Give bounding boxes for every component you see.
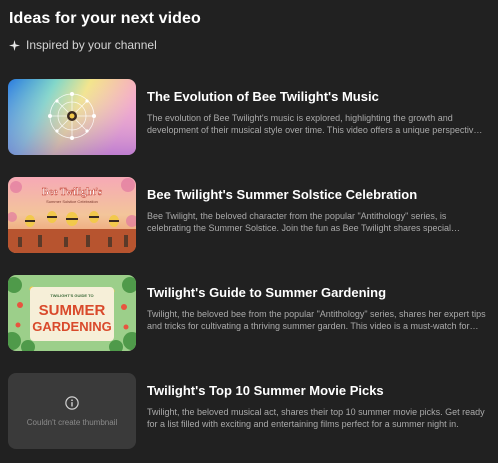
idea-card[interactable]: Bee Twilight's Summer Solstice Celebrati… [8, 177, 490, 255]
inspired-by-row: Inspired by your channel [9, 38, 157, 52]
thumb-kicker: TWILIGHT'S GUIDE TO [50, 293, 93, 298]
idea-title[interactable]: Twilight's Guide to Summer Gardening [147, 285, 386, 300]
placeholder-text: Couldn't create thumbnail [26, 417, 118, 427]
idea-description: The evolution of Bee Twilight's music is… [147, 113, 479, 135]
thumbnail-placeholder[interactable]: Couldn't create thumbnail [8, 373, 136, 449]
ideas-panel: Ideas for your next video Inspired by yo… [0, 0, 498, 463]
idea-title[interactable]: Bee Twilight's Summer Solstice Celebrati… [147, 187, 417, 202]
idea-description: Twilight, the beloved musical act, share… [147, 407, 485, 429]
thumb-title: Bee Twilight's [42, 187, 102, 198]
thumb-line-1: SUMMER [39, 302, 106, 319]
idea-thumbnail[interactable] [8, 79, 136, 155]
idea-title[interactable]: The Evolution of Bee Twilight's Music [147, 89, 379, 104]
subtitle-text: Inspired by your channel [26, 38, 157, 52]
idea-description: Bee Twilight, the beloved character from… [147, 211, 451, 233]
idea-title[interactable]: Twilight's Top 10 Summer Movie Picks [147, 383, 384, 398]
info-icon [65, 395, 79, 410]
thumb-line-2: GARDENING [32, 319, 111, 334]
idea-description: Twilight, the beloved bee from the popul… [147, 309, 486, 331]
sparkle-icon [9, 39, 20, 51]
idea-thumbnail[interactable]: TWILIGHT'S GUIDE TO SUMMER GARDENING [8, 275, 136, 351]
idea-card[interactable]: The Evolution of Bee Twilight's Music Th… [8, 79, 490, 157]
idea-card[interactable]: TWILIGHT'S GUIDE TO SUMMER GARDENING Twi… [8, 275, 490, 353]
thumb-subtitle: Summer Solstice Celebration [46, 199, 98, 204]
panel-title: Ideas for your next video [9, 10, 201, 27]
idea-thumbnail[interactable]: Bee Twilight's Summer Solstice Celebrati… [8, 177, 136, 253]
idea-card[interactable]: Couldn't create thumbnail Twilight's Top… [8, 373, 490, 451]
